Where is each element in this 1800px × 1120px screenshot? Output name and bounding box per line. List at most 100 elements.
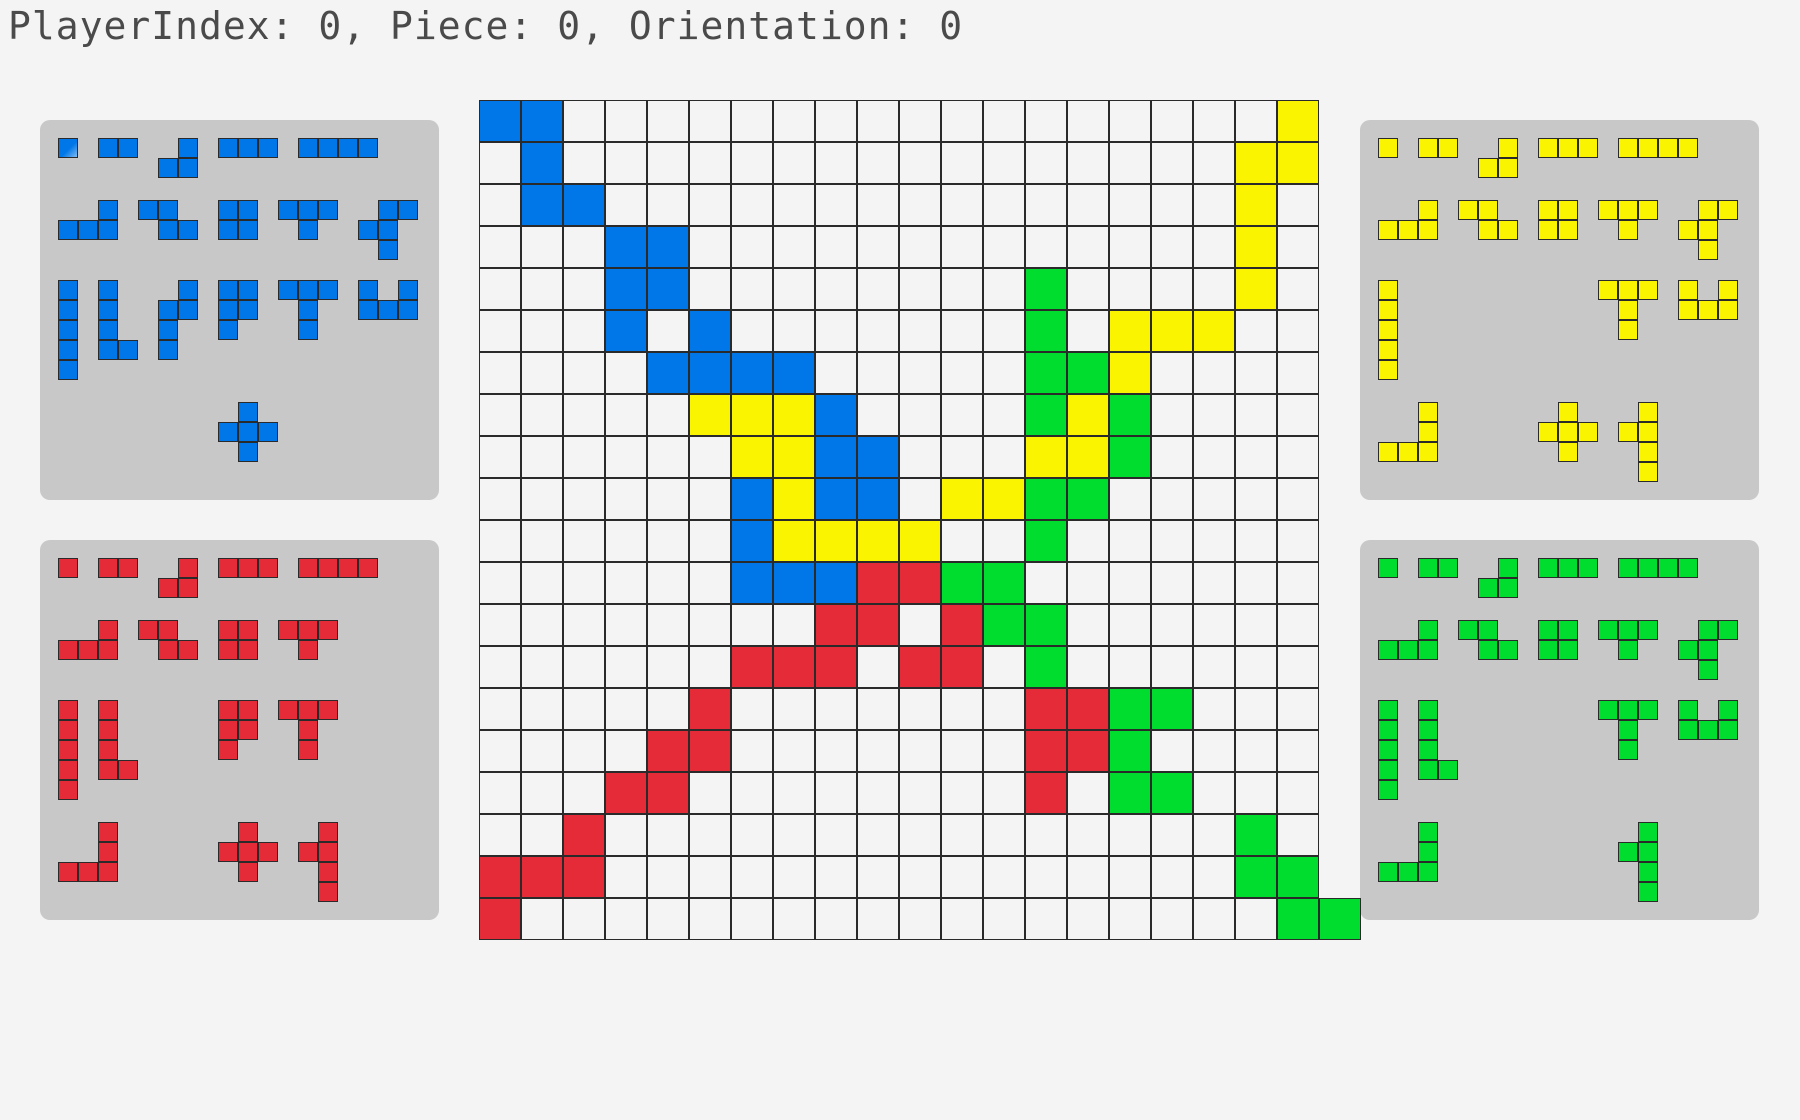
board-cell[interactable]: [1109, 142, 1151, 184]
board-cell[interactable]: [1025, 226, 1067, 268]
board-cell[interactable]: [563, 352, 605, 394]
board-cell[interactable]: [815, 226, 857, 268]
board-cell[interactable]: [941, 604, 983, 646]
board-cell[interactable]: [521, 478, 563, 520]
board-cell[interactable]: [815, 100, 857, 142]
board-cell[interactable]: [647, 226, 689, 268]
board-cell[interactable]: [731, 856, 773, 898]
board-cell[interactable]: [521, 688, 563, 730]
board-cell[interactable]: [605, 478, 647, 520]
board-cell[interactable]: [857, 898, 899, 940]
board-cell[interactable]: [1235, 310, 1277, 352]
board-cell[interactable]: [1151, 646, 1193, 688]
board-cell[interactable]: [815, 604, 857, 646]
board-cell[interactable]: [857, 142, 899, 184]
board-cell[interactable]: [899, 856, 941, 898]
board-cell[interactable]: [1067, 562, 1109, 604]
board-cell[interactable]: [773, 184, 815, 226]
board-cell[interactable]: [731, 688, 773, 730]
board-cell[interactable]: [857, 184, 899, 226]
board-cell[interactable]: [941, 730, 983, 772]
board-cell[interactable]: [899, 310, 941, 352]
board-cell[interactable]: [647, 814, 689, 856]
board-cell[interactable]: [1193, 688, 1235, 730]
board-cell[interactable]: [689, 226, 731, 268]
board-cell[interactable]: [521, 352, 563, 394]
board-cell[interactable]: [815, 352, 857, 394]
board-cell[interactable]: [815, 142, 857, 184]
board-cell[interactable]: [1235, 562, 1277, 604]
board-cell[interactable]: [1067, 352, 1109, 394]
board-cell[interactable]: [689, 310, 731, 352]
board-cell[interactable]: [1067, 688, 1109, 730]
board-cell[interactable]: [1109, 772, 1151, 814]
green-player-piece-tray[interactable]: [1360, 540, 1759, 920]
board-cell[interactable]: [1025, 814, 1067, 856]
board-cell[interactable]: [479, 730, 521, 772]
board-cell[interactable]: [1067, 100, 1109, 142]
board-cell[interactable]: [1025, 856, 1067, 898]
board-cell[interactable]: [983, 604, 1025, 646]
board-cell[interactable]: [941, 772, 983, 814]
board-cell[interactable]: [899, 142, 941, 184]
board-cell[interactable]: [1277, 604, 1319, 646]
board-cell[interactable]: [731, 352, 773, 394]
board-cell[interactable]: [1025, 142, 1067, 184]
board-cell[interactable]: [1109, 646, 1151, 688]
board-cell[interactable]: [857, 604, 899, 646]
board-cell[interactable]: [1025, 772, 1067, 814]
board-cell[interactable]: [773, 646, 815, 688]
board-cell[interactable]: [731, 184, 773, 226]
board-cell[interactable]: [563, 142, 605, 184]
board-cell[interactable]: [563, 562, 605, 604]
board-cell[interactable]: [1067, 268, 1109, 310]
game-board[interactable]: [479, 100, 1361, 941]
board-cell[interactable]: [1235, 646, 1277, 688]
board-cell[interactable]: [1193, 730, 1235, 772]
board-cell[interactable]: [857, 688, 899, 730]
board-cell[interactable]: [983, 562, 1025, 604]
board-cell[interactable]: [479, 772, 521, 814]
board-cell[interactable]: [731, 310, 773, 352]
board-cell[interactable]: [899, 814, 941, 856]
board-cell[interactable]: [857, 268, 899, 310]
board-cell[interactable]: [731, 142, 773, 184]
board-cell[interactable]: [479, 898, 521, 940]
board-cell[interactable]: [983, 478, 1025, 520]
board-cell[interactable]: [1025, 898, 1067, 940]
board-cell[interactable]: [689, 142, 731, 184]
board-cell[interactable]: [1151, 436, 1193, 478]
board-cell[interactable]: [1193, 604, 1235, 646]
board-cell[interactable]: [1151, 478, 1193, 520]
board-cell[interactable]: [605, 100, 647, 142]
board-cell[interactable]: [1109, 310, 1151, 352]
board-cell[interactable]: [1151, 352, 1193, 394]
board-cell[interactable]: [1109, 604, 1151, 646]
board-cell[interactable]: [1109, 226, 1151, 268]
board-cell[interactable]: [773, 604, 815, 646]
board-cell[interactable]: [563, 646, 605, 688]
board-cell[interactable]: [899, 184, 941, 226]
board-cell[interactable]: [689, 184, 731, 226]
board-cell[interactable]: [857, 730, 899, 772]
board-cell[interactable]: [1067, 856, 1109, 898]
board-cell[interactable]: [1109, 436, 1151, 478]
board-cell[interactable]: [521, 184, 563, 226]
board-cell[interactable]: [1151, 394, 1193, 436]
board-cell[interactable]: [605, 268, 647, 310]
board-cell[interactable]: [773, 688, 815, 730]
board-cell[interactable]: [521, 310, 563, 352]
board-cell[interactable]: [899, 268, 941, 310]
board-cell[interactable]: [857, 436, 899, 478]
board-cell[interactable]: [1277, 268, 1319, 310]
board-cell[interactable]: [983, 310, 1025, 352]
board-cell[interactable]: [983, 436, 1025, 478]
board-cell[interactable]: [899, 772, 941, 814]
board-cell[interactable]: [521, 772, 563, 814]
board-cell[interactable]: [815, 688, 857, 730]
board-cell[interactable]: [1277, 562, 1319, 604]
board-cell[interactable]: [1235, 688, 1277, 730]
board-cell[interactable]: [731, 772, 773, 814]
board-cell[interactable]: [479, 436, 521, 478]
board-cell[interactable]: [1025, 268, 1067, 310]
